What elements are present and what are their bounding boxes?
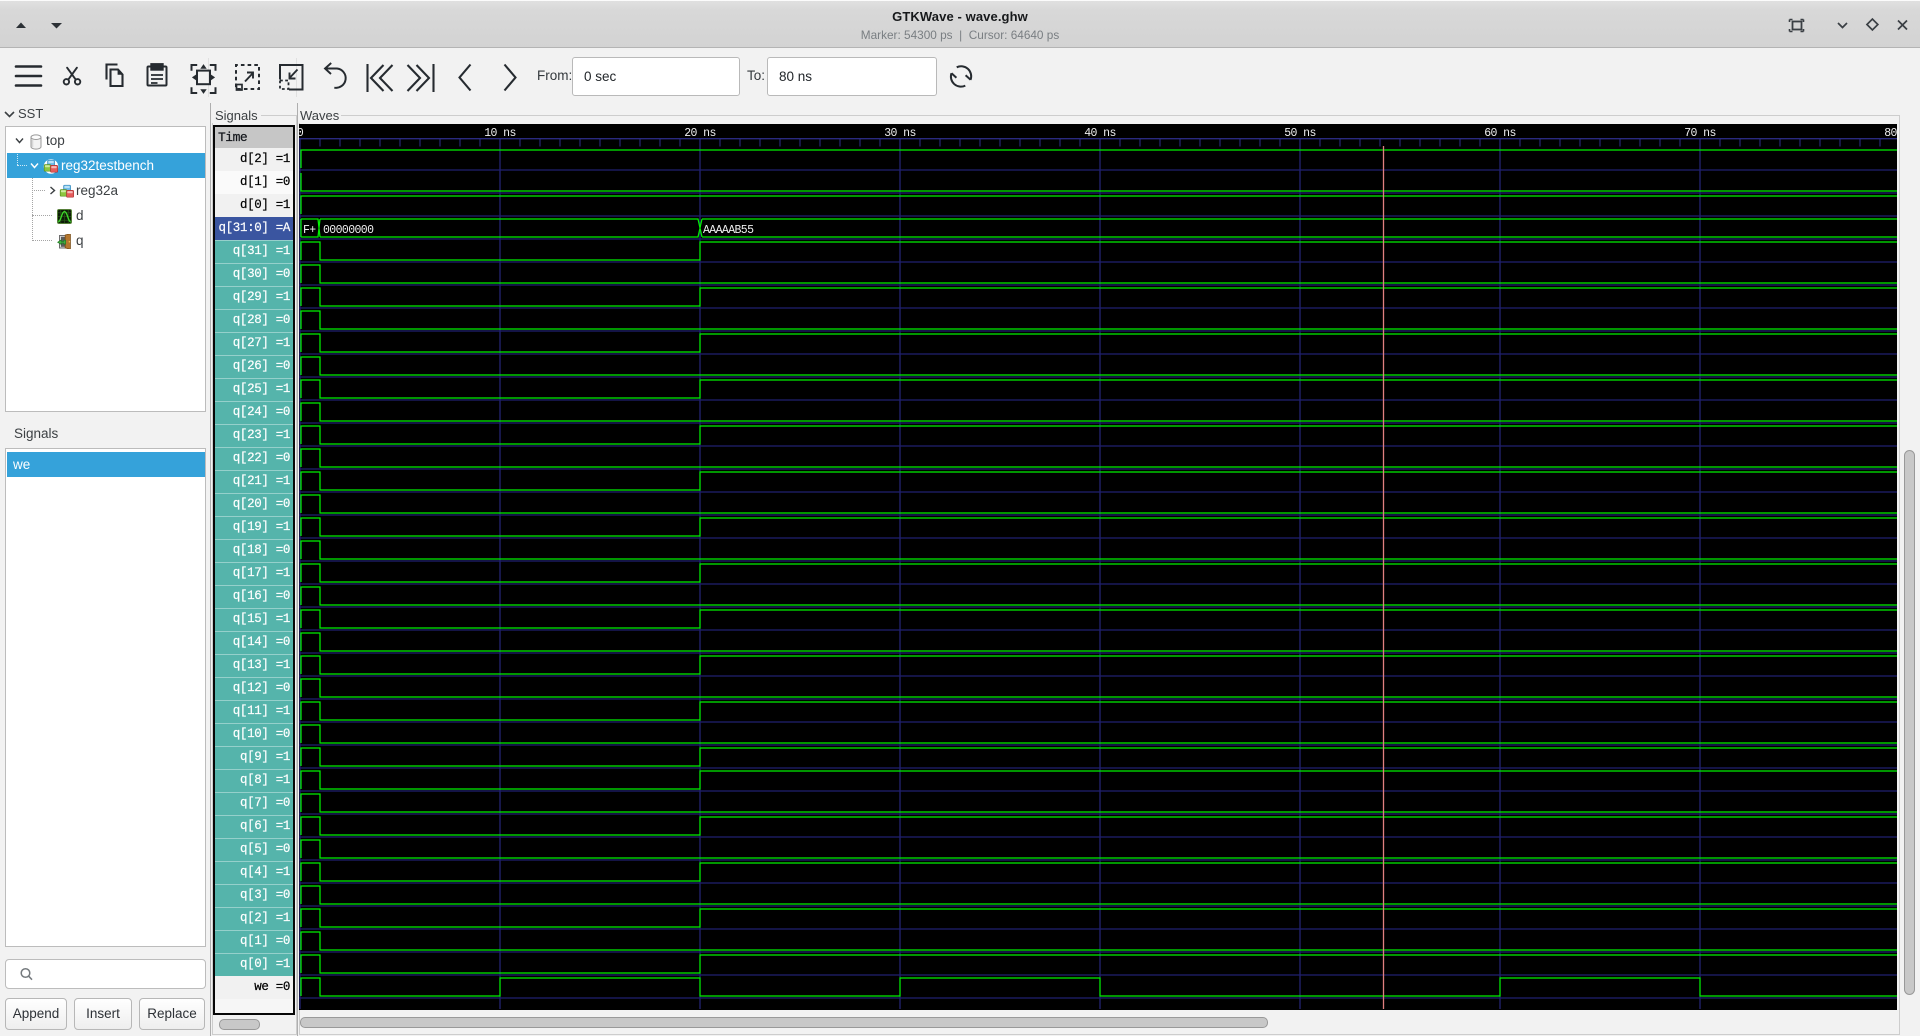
svg-text:0: 0	[299, 127, 304, 140]
svg-text:60 ns: 60 ns	[1484, 127, 1516, 140]
svg-text:AAAAAB55: AAAAAB55	[703, 224, 754, 237]
svg-text:50 ns: 50 ns	[1284, 127, 1316, 140]
svg-text:40 ns: 40 ns	[1084, 127, 1116, 140]
svg-text:10 ns: 10 ns	[484, 127, 516, 140]
svg-text:80 ns: 80 ns	[1884, 127, 1897, 140]
svg-text:00000000: 00000000	[323, 224, 374, 237]
svg-text:30 ns: 30 ns	[884, 127, 916, 140]
svg-text:20 ns: 20 ns	[684, 127, 716, 140]
svg-text:70 ns: 70 ns	[1684, 127, 1716, 140]
svg-text:F+: F+	[303, 224, 316, 237]
